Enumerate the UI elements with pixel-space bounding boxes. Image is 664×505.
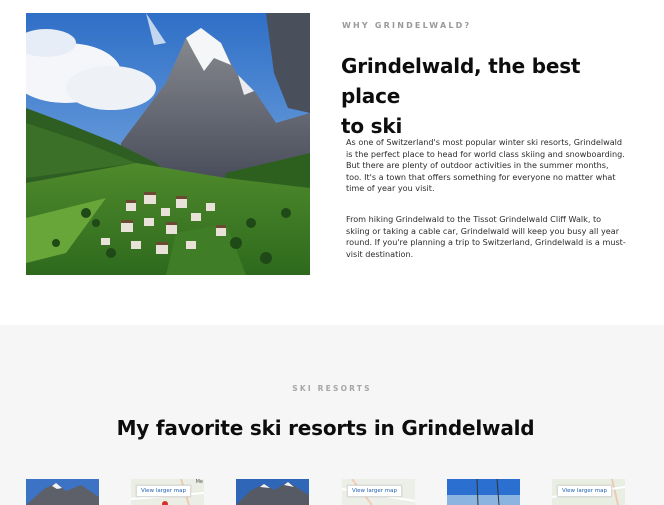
view-larger-map-link[interactable]: View larger map	[347, 485, 402, 497]
resorts-eyebrow: SKI RESORTS	[292, 384, 372, 393]
resort-photo[interactable]	[236, 479, 309, 505]
intro-paragraph: As one of Switzerland's most popular win…	[346, 137, 625, 194]
grindelwald-photo	[26, 13, 310, 275]
map-corner-label: Me	[195, 479, 203, 485]
section-eyebrow: WHY GRINDELWALD?	[342, 21, 472, 30]
activities-paragraph: From hiking Grindelwald to the Tissot Gr…	[346, 214, 626, 259]
resort-map[interactable]: View larger map	[342, 479, 415, 505]
title-line-1: Grindelwald, the best place	[341, 54, 581, 108]
view-larger-map-link[interactable]: View larger map	[136, 485, 191, 497]
ski-resorts-section: SKI RESORTS My favorite ski resorts in G…	[0, 325, 664, 505]
resort-photo[interactable]	[26, 479, 99, 505]
resort-photo[interactable]	[447, 479, 520, 505]
resorts-title: My favorite ski resorts in Grindelwald	[116, 416, 535, 440]
resort-map[interactable]: View larger map Me	[131, 479, 204, 505]
page-title: Grindelwald, the best place to ski	[341, 51, 641, 141]
resort-map[interactable]: View larger map	[552, 479, 625, 505]
title-line-2: to ski	[341, 114, 403, 138]
view-larger-map-link[interactable]: View larger map	[557, 485, 612, 497]
